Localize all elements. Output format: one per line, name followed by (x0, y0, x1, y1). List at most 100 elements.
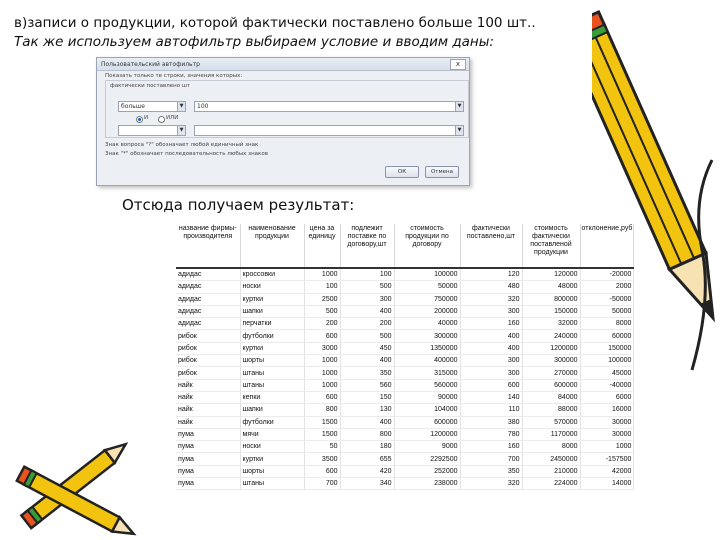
table-cell[interactable]: мячи (240, 428, 305, 442)
table-cell[interactable]: куртки (240, 293, 305, 306)
table-cell[interactable]: 200 (340, 317, 395, 331)
table-cell[interactable]: 350 (460, 465, 523, 479)
table-cell[interactable]: рибок (176, 354, 241, 368)
table-cell[interactable]: адидас (176, 293, 241, 306)
chevron-down-icon[interactable]: ▼ (177, 102, 185, 111)
table-cell[interactable]: 570000 (522, 416, 581, 429)
close-icon[interactable]: x (450, 58, 466, 70)
table-cell[interactable]: найк (176, 403, 241, 417)
table-cell[interactable]: перчатки (240, 317, 305, 331)
table-cell[interactable]: 1500 (304, 428, 341, 442)
table-cell[interactable]: штаны (240, 477, 305, 491)
table-cell[interactable]: 780 (460, 428, 523, 442)
table-cell[interactable]: 480 (460, 280, 523, 294)
table-cell[interactable]: найк (176, 379, 241, 392)
table-cell[interactable]: 104000 (394, 403, 461, 417)
table-cell[interactable]: 1170000 (522, 428, 581, 442)
table-cell[interactable]: 800 (340, 428, 395, 442)
table-cell[interactable]: 1350000 (394, 342, 461, 356)
table-cell[interactable]: 300000 (522, 354, 581, 368)
table-cell[interactable]: 16000 (580, 403, 635, 417)
table-cell[interactable]: 252000 (394, 465, 461, 479)
table-cell[interactable]: носки (240, 280, 305, 294)
table-cell[interactable]: 600000 (522, 379, 581, 392)
table-cell[interactable]: адидас (176, 268, 241, 282)
table-cell[interactable]: 50 (304, 440, 341, 454)
table-cell[interactable]: 1000 (304, 379, 341, 392)
cancel-button[interactable]: Отмена (425, 166, 459, 178)
table-cell[interactable]: пума (176, 477, 241, 491)
table-cell[interactable]: 238000 (394, 477, 461, 491)
column-header[interactable]: фактически поставлено,шт (460, 224, 523, 268)
table-cell[interactable]: 3000 (304, 342, 341, 356)
table-cell[interactable]: 655 (340, 452, 395, 466)
table-cell[interactable]: 600 (304, 465, 341, 479)
table-cell[interactable]: 700 (304, 477, 341, 491)
table-cell[interactable]: 3500 (304, 452, 341, 466)
table-cell[interactable]: рибок (176, 329, 241, 343)
table-cell[interactable]: 300 (460, 305, 523, 319)
table-cell[interactable]: 6000 (580, 391, 635, 405)
condition2-select[interactable]: ▼ (118, 125, 186, 136)
value2-combobox[interactable]: ▼ (194, 125, 464, 136)
table-cell[interactable]: адидас (176, 305, 241, 319)
table-cell[interactable]: 160 (460, 440, 523, 454)
table-cell[interactable]: 270000 (522, 366, 581, 380)
table-cell[interactable]: 500 (304, 305, 341, 319)
table-cell[interactable]: 400 (460, 342, 523, 356)
table-cell[interactable]: 600 (304, 391, 341, 405)
table-cell[interactable]: 320 (460, 293, 523, 306)
table-cell[interactable]: 320 (460, 477, 523, 491)
table-cell[interactable]: -40000 (580, 379, 635, 392)
table-cell[interactable]: куртки (240, 342, 305, 356)
table-cell[interactable]: 350 (340, 366, 395, 380)
table-cell[interactable]: 150 (340, 391, 395, 405)
column-header[interactable]: наименование продукции (240, 224, 305, 268)
table-cell[interactable]: 42000 (580, 465, 635, 479)
table-cell[interactable]: 300 (460, 354, 523, 368)
table-cell[interactable]: 110 (460, 403, 523, 417)
table-cell[interactable]: -157500 (580, 452, 635, 466)
table-cell[interactable]: носки (240, 440, 305, 454)
table-cell[interactable]: найк (176, 416, 241, 429)
table-cell[interactable]: 100 (304, 280, 341, 294)
table-cell[interactable]: шапки (240, 403, 305, 417)
table-cell[interactable]: 1000 (304, 354, 341, 368)
table-cell[interactable]: 48000 (522, 280, 581, 294)
table-cell[interactable]: 100 (340, 268, 395, 282)
table-cell[interactable]: 210000 (522, 465, 581, 479)
table-cell[interactable]: рибок (176, 342, 241, 356)
table-cell[interactable]: 560 (340, 379, 395, 392)
table-cell[interactable]: 200 (304, 317, 341, 331)
table-cell[interactable]: шапки (240, 305, 305, 319)
table-cell[interactable]: 340 (340, 477, 395, 491)
table-cell[interactable]: адидас (176, 280, 241, 294)
table-cell[interactable]: 400 (340, 416, 395, 429)
table-cell[interactable]: 300 (460, 366, 523, 380)
condition1-select[interactable]: больше ▼ (118, 101, 186, 112)
table-cell[interactable]: кроссовки (240, 268, 305, 282)
table-cell[interactable]: 600 (460, 379, 523, 392)
table-cell[interactable]: 315000 (394, 366, 461, 380)
chevron-down-icon[interactable]: ▼ (177, 126, 185, 135)
table-cell[interactable]: 500 (340, 329, 395, 343)
table-cell[interactable]: пума (176, 428, 241, 442)
column-header[interactable]: цена за единицу (304, 224, 341, 268)
table-cell[interactable]: 100000 (394, 268, 461, 282)
table-cell[interactable]: 160 (460, 317, 523, 331)
table-cell[interactable]: 1200000 (394, 428, 461, 442)
table-cell[interactable]: шорты (240, 354, 305, 368)
table-cell[interactable]: адидас (176, 317, 241, 331)
table-cell[interactable]: 1000 (304, 366, 341, 380)
table-cell[interactable]: кепки (240, 391, 305, 405)
table-cell[interactable]: 400000 (394, 354, 461, 368)
table-cell[interactable]: 1000 (304, 268, 341, 282)
table-cell[interactable]: 400 (340, 354, 395, 368)
value1-combobox[interactable]: 100 ▼ (194, 101, 464, 112)
table-cell[interactable]: пума (176, 465, 241, 479)
table-cell[interactable]: 2450000 (522, 452, 581, 466)
table-cell[interactable]: штаны (240, 379, 305, 392)
table-cell[interactable]: 450 (340, 342, 395, 356)
table-cell[interactable]: 300000 (394, 329, 461, 343)
table-cell[interactable]: 400 (460, 329, 523, 343)
